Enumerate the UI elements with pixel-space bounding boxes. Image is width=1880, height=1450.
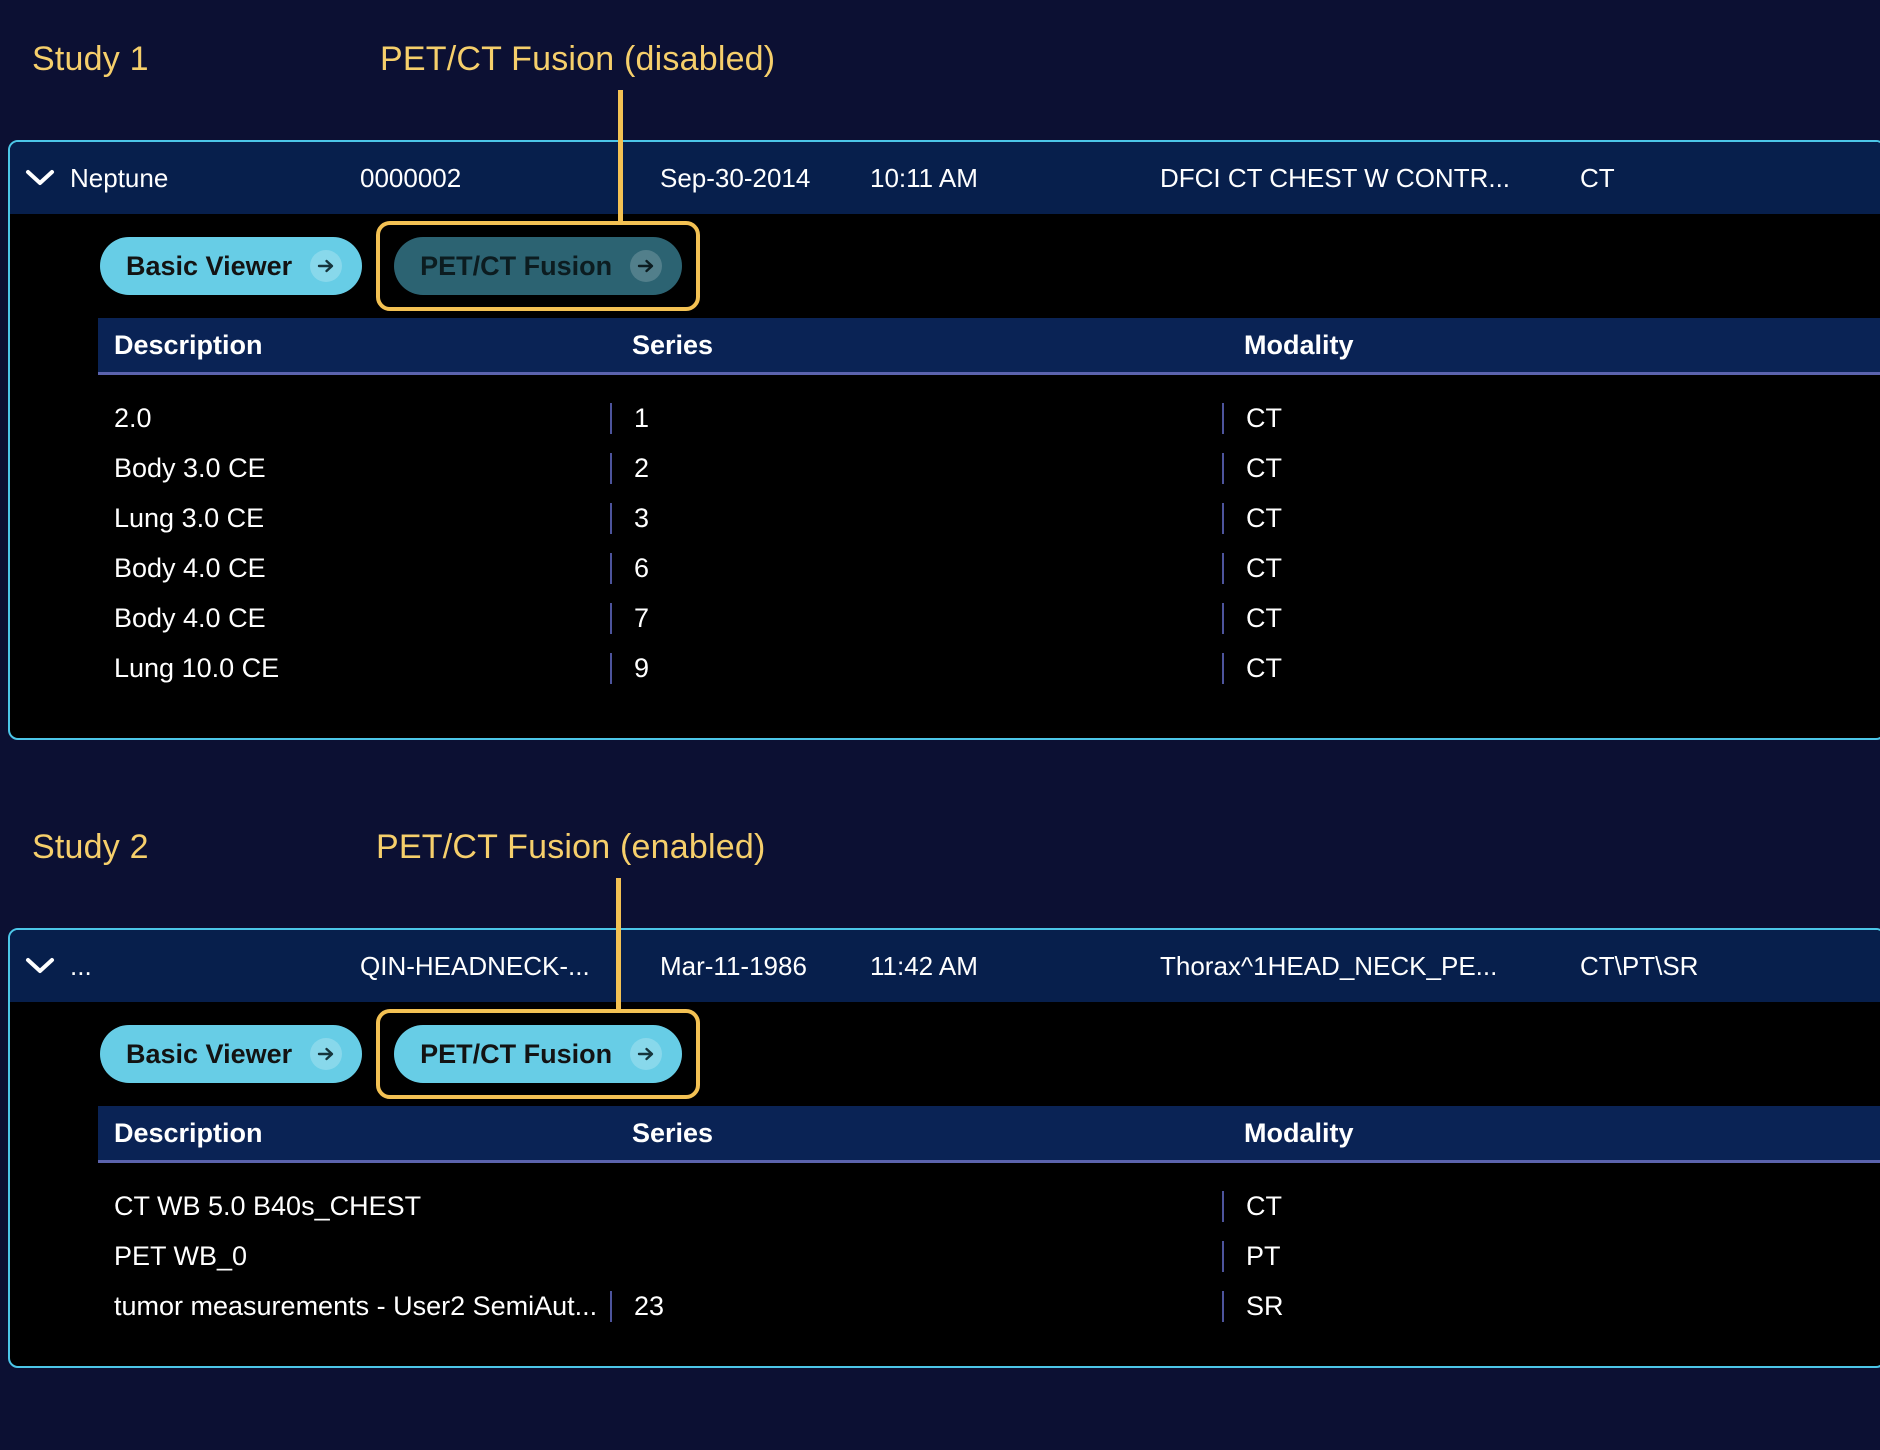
study-description: DFCI CT CHEST W CONTR... <box>1160 162 1511 193</box>
column-header-description: Description <box>114 1117 263 1148</box>
annotation-study-2: Study 2 <box>32 828 149 866</box>
study-header-row-1[interactable]: Neptune 0000002 Sep-30-2014 10:11 AM DFC… <box>10 142 1880 214</box>
study-time: 10:11 AM <box>870 162 978 193</box>
study-modality: CT <box>1580 162 1615 193</box>
study-header-row-2[interactable]: ... QIN-HEADNECK-... Mar-11-1986 11:42 A… <box>10 930 1880 1002</box>
column-header-series: Series <box>632 1117 714 1148</box>
cell-modality: CT <box>1222 602 1880 634</box>
basic-viewer-button[interactable]: Basic Viewer <box>100 237 363 295</box>
pet-ct-fusion-label: PET/CT Fusion <box>420 1038 613 1069</box>
chevron-down-icon[interactable] <box>10 957 70 975</box>
pet-ct-fusion-highlight-1: PET/CT Fusion <box>376 221 701 311</box>
series-table-header: Description Series Modality <box>98 318 1880 375</box>
cell-series: 3 <box>610 502 1222 534</box>
table-top-spacer <box>98 1163 1880 1181</box>
chevron-down-icon[interactable] <box>10 169 70 187</box>
cell-description: Body 4.0 CE <box>114 602 266 633</box>
cell-description: Lung 10.0 CE <box>114 652 280 683</box>
table-row[interactable]: Body 4.0 CE 7 CT <box>98 593 1880 643</box>
pet-ct-fusion-button[interactable]: PET/CT Fusion <box>394 237 683 295</box>
basic-viewer-button[interactable]: Basic Viewer <box>100 1025 363 1083</box>
study-patient-id: 0000002 <box>360 162 462 193</box>
study-time: 11:42 AM <box>870 950 978 981</box>
cell-series: 2 <box>610 452 1222 484</box>
cell-series: 6 <box>610 552 1222 584</box>
cell-modality: CT <box>1222 502 1880 534</box>
cell-modality: PT <box>1222 1240 1880 1272</box>
cell-series: 9 <box>610 652 1222 684</box>
series-table-header: Description Series Modality <box>98 1106 1880 1163</box>
basic-viewer-label: Basic Viewer <box>126 1038 293 1069</box>
column-header-series: Series <box>632 329 714 360</box>
study-patient-id: QIN-HEADNECK-... <box>360 950 590 981</box>
cell-series: 23 <box>610 1290 1222 1322</box>
series-table-2: Description Series Modality CT WB 5.0 B4… <box>10 1106 1880 1331</box>
arrow-right-icon <box>310 250 343 282</box>
study-patient-name: Neptune <box>70 162 169 193</box>
cell-modality: CT <box>1222 1190 1880 1222</box>
column-header-description: Description <box>114 329 263 360</box>
pet-ct-fusion-highlight-2: PET/CT Fusion <box>376 1009 701 1099</box>
study-description: Thorax^1HEAD_NECK_PE... <box>1160 950 1498 981</box>
column-header-modality: Modality <box>1244 1117 1354 1148</box>
study-panel-2: ... QIN-HEADNECK-... Mar-11-1986 11:42 A… <box>8 928 1880 1368</box>
arrow-right-icon <box>630 250 663 282</box>
arrow-right-icon <box>630 1038 663 1070</box>
cell-description: Lung 3.0 CE <box>114 502 265 533</box>
study-panel-1: Neptune 0000002 Sep-30-2014 10:11 AM DFC… <box>8 140 1880 740</box>
table-row[interactable]: Body 3.0 CE 2 CT <box>98 443 1880 493</box>
arrow-right-icon <box>310 1038 343 1070</box>
table-row[interactable]: Lung 10.0 CE 9 CT <box>98 643 1880 693</box>
cell-series: 1 <box>610 402 1222 434</box>
table-row[interactable]: PET WB_0 PT <box>98 1231 1880 1281</box>
pet-ct-fusion-button[interactable]: PET/CT Fusion <box>394 1025 683 1083</box>
basic-viewer-label: Basic Viewer <box>126 250 293 281</box>
study-date: Sep-30-2014 <box>660 162 811 193</box>
table-row[interactable]: Body 4.0 CE 6 CT <box>98 543 1880 593</box>
study-date: Mar-11-1986 <box>660 950 807 981</box>
pet-ct-fusion-label: PET/CT Fusion <box>420 250 613 281</box>
cell-description: CT WB 5.0 B40s_CHEST <box>114 1190 422 1221</box>
annotation-pet-ct-enabled: PET/CT Fusion (enabled) <box>376 828 766 866</box>
cell-modality: CT <box>1222 452 1880 484</box>
cell-modality: CT <box>1222 402 1880 434</box>
cell-description: Body 3.0 CE <box>114 452 266 483</box>
table-row[interactable]: Lung 3.0 CE 3 CT <box>98 493 1880 543</box>
cell-modality: SR <box>1222 1290 1880 1322</box>
cell-series: 7 <box>610 602 1222 634</box>
table-row[interactable]: CT WB 5.0 B40s_CHEST CT <box>98 1181 1880 1231</box>
study-patient-name: ... <box>70 950 92 981</box>
column-header-modality: Modality <box>1244 329 1354 360</box>
table-row[interactable]: tumor measurements - User2 SemiAut... 23… <box>98 1281 1880 1331</box>
cell-description: tumor measurements - User2 SemiAut... <box>114 1290 598 1321</box>
table-row[interactable]: 2.0 1 CT <box>98 393 1880 443</box>
cell-description: PET WB_0 <box>114 1240 248 1271</box>
cell-modality: CT <box>1222 652 1880 684</box>
annotation-pet-ct-disabled: PET/CT Fusion (disabled) <box>380 40 776 78</box>
cell-modality: CT <box>1222 552 1880 584</box>
annotation-study-1: Study 1 <box>32 40 149 78</box>
table-top-spacer <box>98 375 1880 393</box>
cell-description: 2.0 <box>114 402 152 433</box>
cell-description: Body 4.0 CE <box>114 552 266 583</box>
series-table-1: Description Series Modality 2.0 1 CT Bod… <box>10 318 1880 693</box>
study-actions-1: Basic Viewer PET/CT Fusion <box>10 214 1880 318</box>
study-actions-2: Basic Viewer PET/CT Fusion <box>10 1002 1880 1106</box>
study-modality: CT\PT\SR <box>1580 950 1699 981</box>
